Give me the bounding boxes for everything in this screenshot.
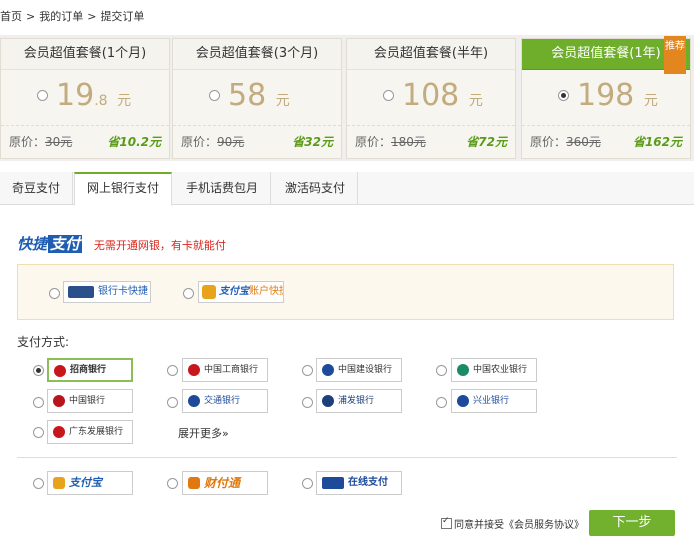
plan-card-1-year[interactable]: 会员超值套餐(1年) 推荐 198 元 原价：360元 省162元 <box>521 36 691 159</box>
other-option-unionpay[interactable]: 在线支付 <box>316 471 402 495</box>
other-pay-radio[interactable] <box>167 478 178 489</box>
bank-option-cgb[interactable]: 广东发展银行 <box>47 420 133 444</box>
bank-radio[interactable] <box>33 427 44 438</box>
plan-list: 会员超值套餐(1个月) 19.8 元 原价：30元 省10.2元 会员超值套餐(… <box>0 35 694 161</box>
breadcrumb-separator: > <box>26 10 36 23</box>
bank-logo-icon <box>322 364 334 376</box>
bank-logo-icon <box>53 426 65 438</box>
plan-card-3-month[interactable]: 会员超值套餐(3个月) 58 元 原价：90元 省32元 <box>172 38 342 159</box>
plan-original-price: 原价：360元 <box>530 135 601 149</box>
unionpay-icon <box>322 477 344 489</box>
bank-logo-icon <box>54 365 66 377</box>
payment-method-title: 支付方式: <box>17 335 70 349</box>
plan-name: 会员超值套餐(1个月) <box>1 39 169 70</box>
bank-logo-icon <box>322 395 334 407</box>
bank-option-abc[interactable]: 中国农业银行 <box>451 358 537 382</box>
bank-option-bocom[interactable]: 交通银行 <box>182 389 268 413</box>
plan-radio[interactable] <box>37 90 48 101</box>
alipay-quick-option[interactable]: 支付宝账户快捷 <box>198 281 284 303</box>
tab-activation-code[interactable]: 激活码支付 <box>273 172 359 204</box>
bank-radio[interactable] <box>436 397 447 408</box>
plan-card-half-year[interactable]: 会员超值套餐(半年) 108 元 原价：180元 省72元 <box>346 38 516 159</box>
bank-radio[interactable] <box>33 365 44 376</box>
bank-option-cib[interactable]: 兴业银行 <box>451 389 537 413</box>
agreement-text[interactable]: 同意并接受《会员服务协议》 <box>454 520 584 531</box>
payment-tabs: 奇豆支付 网上银行支付 手机话费包月 激活码支付 <box>0 172 694 206</box>
plan-savings: 省72元 <box>466 135 507 149</box>
quick-pay-logo: 快捷 支付 <box>17 235 83 253</box>
expand-more-link[interactable]: 展开更多» <box>178 425 229 441</box>
quick-card-radio[interactable] <box>49 288 60 299</box>
breadcrumb-home[interactable]: 首页 <box>0 10 22 23</box>
plan-price: 198 元 <box>577 78 658 113</box>
bank-logo-icon <box>457 364 469 376</box>
chevron-down-icon: » <box>222 427 229 440</box>
bank-option-ccb[interactable]: 中国建设银行 <box>316 358 402 382</box>
agree-checkbox[interactable] <box>441 516 452 529</box>
other-option-tenpay[interactable]: 财付通 <box>182 471 268 495</box>
tab-mobile-monthly[interactable]: 手机话费包月 <box>174 172 272 204</box>
bank-card-icon <box>68 286 94 298</box>
plan-savings: 省162元 <box>632 135 682 149</box>
bank-radio[interactable] <box>33 397 44 408</box>
bank-logo-icon <box>53 395 65 407</box>
plan-price: 19.8 元 <box>56 78 132 113</box>
bank-option-boc[interactable]: 中国银行 <box>47 389 133 413</box>
bank-radio[interactable] <box>167 397 178 408</box>
bank-logo-icon <box>457 395 469 407</box>
alipay-icon <box>53 477 65 489</box>
quick-pay-tip: 无需开通网银，有卡就能付 <box>93 239 226 252</box>
plan-original-price: 原价：90元 <box>181 135 245 149</box>
bank-radio[interactable] <box>302 365 313 376</box>
plan-name: 会员超值套餐(半年) <box>347 39 515 70</box>
quick-pay-options: 银行卡快捷 支付宝账户快捷 <box>17 264 674 320</box>
recommend-ribbon: 推荐 <box>664 36 686 74</box>
plan-savings: 省32元 <box>292 135 333 149</box>
bank-radio[interactable] <box>436 365 447 376</box>
plan-original-price: 原价：180元 <box>355 135 426 149</box>
plan-card-1-month[interactable]: 会员超值套餐(1个月) 19.8 元 原价：30元 省10.2元 <box>0 38 170 159</box>
next-step-button[interactable]: 下一步 <box>589 510 675 536</box>
other-pay-radio[interactable] <box>33 478 44 489</box>
bank-radio[interactable] <box>302 397 313 408</box>
breadcrumb-current: 提交订单 <box>100 10 145 23</box>
plan-name: 会员超值套餐(3个月) <box>173 39 341 70</box>
plan-price: 58 元 <box>228 78 290 113</box>
bank-logo-icon <box>188 364 200 376</box>
plan-original-price: 原价：30元 <box>9 135 73 149</box>
bank-option-icbc[interactable]: 中国工商银行 <box>182 358 268 382</box>
plan-radio[interactable] <box>558 90 569 101</box>
plan-price: 108 元 <box>402 78 483 113</box>
tab-online-bank[interactable]: 网上银行支付 <box>74 172 173 206</box>
quick-pay-header: 快捷 支付 无需开通网银，有卡就能付 <box>17 233 226 254</box>
tenpay-icon <box>188 477 200 489</box>
plan-radio[interactable] <box>383 90 394 101</box>
alipay-icon <box>202 285 216 299</box>
bank-option-spdb[interactable]: 浦发银行 <box>316 389 402 413</box>
breadcrumb: 首页 > 我的订单 > 提交订单 <box>0 8 148 24</box>
breadcrumb-orders[interactable]: 我的订单 <box>39 10 83 23</box>
breadcrumb-separator: > <box>87 10 97 23</box>
bank-radio[interactable] <box>167 365 178 376</box>
other-option-alipay[interactable]: 支付宝 <box>47 471 133 495</box>
agreement[interactable]: 同意并接受《会员服务协议》 <box>441 516 584 531</box>
quick-alipay-radio[interactable] <box>183 288 194 299</box>
tab-qidou-pay[interactable]: 奇豆支付 <box>0 172 74 204</box>
divider <box>17 457 677 458</box>
plan-radio[interactable] <box>209 90 220 101</box>
other-pay-radio[interactable] <box>302 478 313 489</box>
bank-logo-icon <box>188 395 200 407</box>
bank-card-quick-option[interactable]: 银行卡快捷 <box>63 281 151 303</box>
plan-savings: 省10.2元 <box>107 135 161 149</box>
bank-option-cmb[interactable]: 招商银行 <box>47 358 133 382</box>
